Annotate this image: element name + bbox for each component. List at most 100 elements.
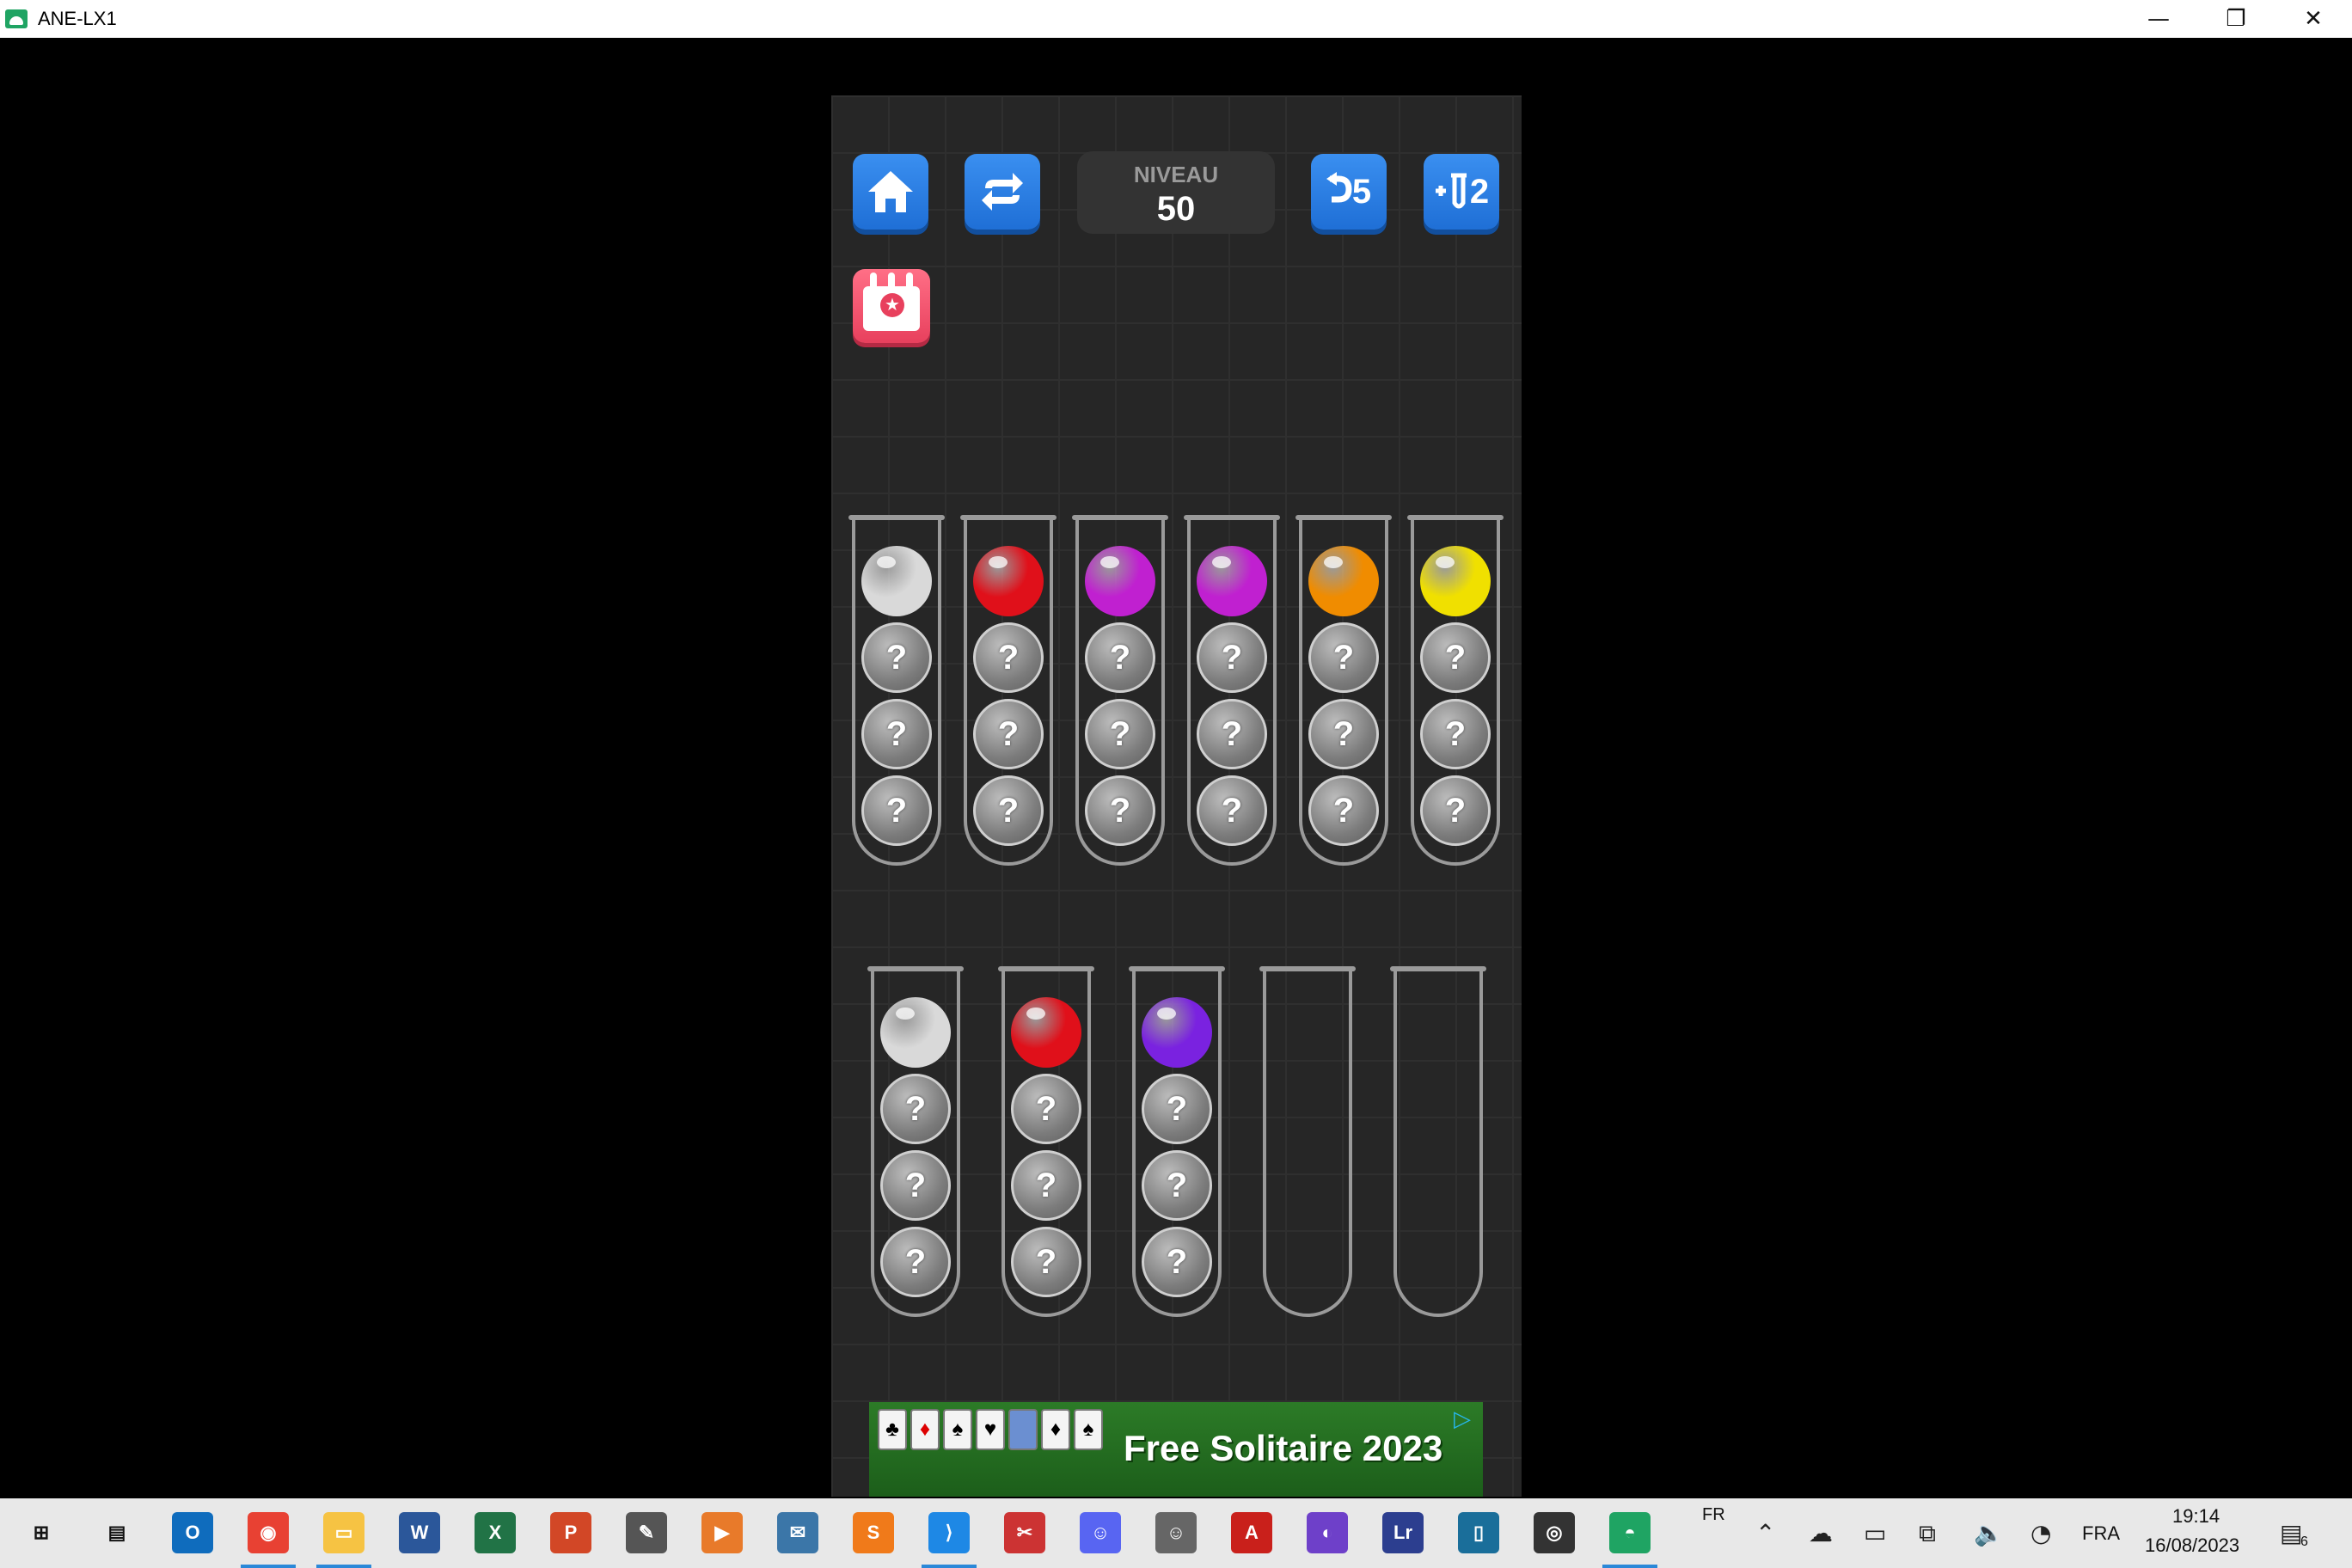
card: ♦ [910, 1409, 940, 1450]
level-indicator: NIVEAU 50 [1077, 151, 1275, 234]
tube[interactable]: ??? [1295, 515, 1392, 866]
add-tube-button[interactable]: 2 [1424, 154, 1499, 230]
python-icon[interactable]: ✉ [777, 1512, 818, 1553]
cloud-icon[interactable]: ☁ [1809, 1519, 1833, 1547]
battery-icon[interactable]: ▭ [1864, 1519, 1886, 1547]
daily-challenge-button[interactable]: ★ [853, 269, 930, 343]
lightroom-icon[interactable]: Lr [1382, 1512, 1424, 1553]
hidden-ball: ? [1011, 1227, 1081, 1297]
question-mark: ? [885, 714, 908, 753]
android-emulator-icon[interactable]: ◓ [1609, 1512, 1651, 1553]
screen-icon[interactable]: ⧉ [1919, 1519, 1936, 1548]
adchoices-icon[interactable]: ▷ [1454, 1406, 1479, 1431]
hidden-ball: ? [1420, 775, 1491, 846]
ball [1011, 997, 1081, 1068]
level-caption: NIVEAU [1133, 162, 1219, 187]
panel-icon[interactable]: ▯ [1458, 1512, 1499, 1553]
tube[interactable]: ??? [867, 966, 964, 1317]
media-player-icon[interactable]: ▶ [701, 1512, 743, 1553]
close-button[interactable]: ✕ [2275, 0, 2352, 38]
ball [861, 546, 932, 616]
chevron-up-icon[interactable]: ⌃ [1755, 1519, 1775, 1547]
windows-icon[interactable]: ⊞ [21, 1512, 62, 1553]
powerpoint-icon[interactable]: P [550, 1512, 591, 1553]
question-mark: ? [1332, 638, 1355, 677]
hidden-ball: ? [880, 1150, 951, 1221]
solitaire-cards-image: ♣ ♦ ♠ ♥ ♦ ♠ [878, 1409, 1118, 1491]
tube[interactable]: ??? [1072, 515, 1168, 866]
tube[interactable]: ??? [960, 515, 1057, 866]
chrome-icon[interactable]: ◉ [248, 1512, 289, 1553]
home-button[interactable] [853, 154, 928, 230]
task-view-icon[interactable]: ▤ [96, 1512, 138, 1553]
word-icon[interactable]: W [399, 1512, 440, 1553]
language-indicator[interactable]: FRA [2082, 1522, 2120, 1545]
hidden-ball: ? [973, 699, 1044, 769]
hidden-ball: ? [1011, 1150, 1081, 1221]
hidden-ball: ? [880, 1227, 951, 1297]
question-mark: ? [1221, 791, 1243, 830]
ball [1308, 546, 1379, 616]
game-screen: NIVEAU 50 5 2 ★ ????????????????????????… [831, 95, 1522, 1497]
active-app-indicator [316, 1565, 371, 1568]
snipping-icon[interactable]: ✎ [626, 1512, 667, 1553]
hyperv-icon[interactable]: ☺ [1155, 1512, 1197, 1553]
acrobat-icon[interactable]: A [1231, 1512, 1272, 1553]
question-mark: ? [1221, 714, 1243, 753]
android-app-icon [5, 9, 28, 28]
tube[interactable] [1259, 966, 1356, 1317]
card: ♠ [943, 1409, 972, 1450]
wifi-icon[interactable]: ◔ [2030, 1519, 2051, 1547]
ball [880, 997, 951, 1068]
hidden-ball: ? [1085, 775, 1155, 846]
card: ♥ [976, 1409, 1005, 1450]
ad-banner[interactable]: ♣ ♦ ♠ ♥ ♦ ♠ Free Solitaire 2023 ▷ [869, 1402, 1483, 1497]
tube[interactable]: ??? [998, 966, 1094, 1317]
tube[interactable]: ??? [1407, 515, 1504, 866]
ime-indicator[interactable]: FR [1702, 1505, 1725, 1525]
hidden-ball: ? [880, 1074, 951, 1144]
question-mark: ? [1444, 714, 1467, 753]
window-controls: — ❐ ✕ [2120, 0, 2352, 38]
hidden-ball: ? [1197, 699, 1267, 769]
tube[interactable]: ??? [1129, 966, 1225, 1317]
undo-button[interactable]: 5 [1311, 154, 1387, 230]
taskbar: ⊞ ▤ O ◉ ▭ W X P ✎ ▶ ✉ S ⟩ ✂ ☺ ☺ A ◐ Lr ▯ ◎ ◓ FR ⌃ ☁ ▭ ⧉ 🔈 ◔ F… [0, 1498, 2352, 1568]
clock-date[interactable]: 16/08/2023 [2145, 1534, 2239, 1557]
hidden-ball: ? [861, 622, 932, 693]
minimize-button[interactable]: — [2120, 0, 2197, 38]
hidden-ball: ? [1011, 1074, 1081, 1144]
question-mark: ? [1166, 1242, 1188, 1281]
question-mark: ? [1109, 791, 1131, 830]
file-explorer-icon[interactable]: ▭ [323, 1512, 364, 1553]
restart-button[interactable] [965, 154, 1040, 230]
tube[interactable] [1390, 966, 1486, 1317]
question-mark: ? [997, 638, 1020, 677]
hidden-ball: ? [861, 775, 932, 846]
star-icon: ★ [880, 293, 904, 317]
question-mark: ? [997, 791, 1020, 830]
github-icon[interactable]: ◐ [1307, 1512, 1348, 1553]
sublime-icon[interactable]: S [853, 1512, 894, 1553]
ball [1142, 997, 1212, 1068]
question-mark: ? [1221, 638, 1243, 677]
hidden-ball: ? [1308, 775, 1379, 846]
hidden-ball: ? [1420, 622, 1491, 693]
clock-time[interactable]: 19:14 [2172, 1505, 2220, 1528]
obs-icon[interactable]: ◎ [1534, 1512, 1575, 1553]
volume-icon[interactable]: 🔈 [1974, 1519, 2004, 1547]
notification-icon[interactable]: ▤ [2280, 1519, 2302, 1547]
outlook-icon[interactable]: O [172, 1512, 213, 1553]
scissors-icon[interactable]: ✂ [1004, 1512, 1045, 1553]
question-mark: ? [1109, 638, 1131, 677]
excel-icon[interactable]: X [475, 1512, 516, 1553]
hidden-ball: ? [973, 622, 1044, 693]
question-mark: ? [1035, 1089, 1057, 1128]
vscode-icon[interactable]: ⟩ [928, 1512, 970, 1553]
tube[interactable]: ??? [1184, 515, 1280, 866]
active-app-indicator [241, 1565, 296, 1568]
tube[interactable]: ??? [848, 515, 945, 866]
restore-button[interactable]: ❐ [2197, 0, 2275, 38]
card: ♦ [1041, 1409, 1070, 1450]
discord-icon[interactable]: ☺ [1080, 1512, 1121, 1553]
